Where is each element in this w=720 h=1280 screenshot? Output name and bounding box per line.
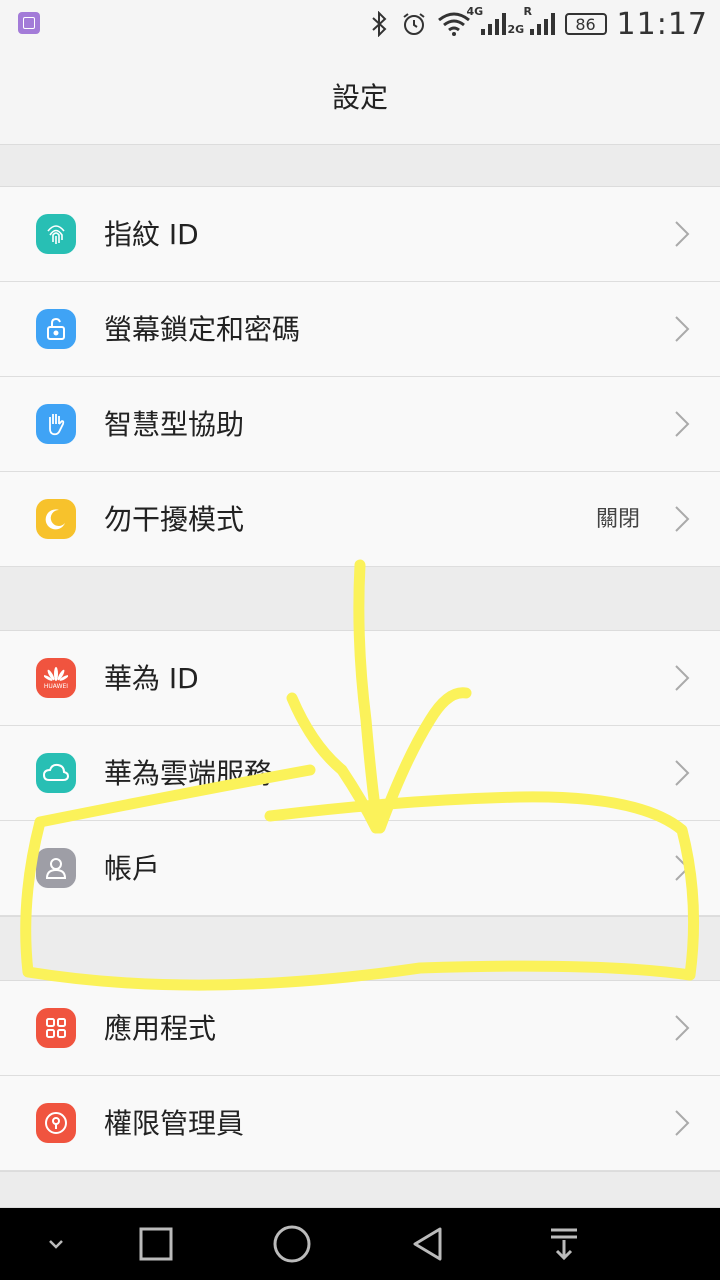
chevron-right-icon xyxy=(675,506,690,532)
page-title: 設定 xyxy=(331,81,388,114)
settings-row-label: 華為雲端服務 xyxy=(104,757,273,790)
settings-row-label: 帳戶 xyxy=(104,852,161,885)
chevron-right-icon xyxy=(675,221,690,247)
notification-pulldown-button[interactable] xyxy=(540,1220,588,1268)
chevron-down-icon xyxy=(49,1240,63,1249)
status-icons: 4G 2G R 86 11:17 xyxy=(369,5,708,42)
bluetooth-icon xyxy=(371,11,386,37)
settings-row-smart-assistance[interactable]: 智慧型協助 xyxy=(0,377,720,472)
settings-row-label: 華為 ID xyxy=(104,662,199,695)
settings-row-label: 勿干擾模式 xyxy=(104,503,245,536)
title-bar: 設定 xyxy=(0,48,720,144)
chevron-right-icon xyxy=(675,411,690,437)
gallery-notification-icon xyxy=(18,12,40,34)
signal-2g: 2G R xyxy=(508,5,555,36)
settings-row-accounts[interactable]: 帳戶 xyxy=(0,821,720,916)
clock: 11:17 xyxy=(616,6,708,42)
chevron-right-icon xyxy=(675,665,690,691)
settings-row-label: 指紋 ID xyxy=(104,218,199,251)
dnd-status-value: 關閉 xyxy=(595,507,640,532)
back-triangle-icon xyxy=(413,1227,442,1261)
battery-icon: 86 xyxy=(564,13,607,35)
chevron-right-icon xyxy=(675,855,690,881)
chevron-right-icon xyxy=(675,316,690,342)
status-bar: 4G 2G R 86 11:17 xyxy=(0,0,720,48)
home-button[interactable] xyxy=(268,1220,316,1268)
circle-icon xyxy=(273,1225,311,1263)
chevron-right-icon xyxy=(675,1110,690,1136)
cloud-icon xyxy=(36,753,76,793)
signal-4g: 4G xyxy=(467,5,506,35)
navigation-bar xyxy=(0,1208,720,1280)
back-button[interactable] xyxy=(404,1220,452,1268)
network-type-label-2: 2G xyxy=(507,23,525,36)
group-divider xyxy=(0,1171,720,1208)
chevron-right-icon xyxy=(675,1015,690,1041)
huawei-logo-icon: HUAWEI xyxy=(36,658,76,698)
settings-row-label: 應用程式 xyxy=(104,1012,217,1045)
apps-grid-icon xyxy=(36,1008,76,1048)
huawei-logo-text: HUAWEI xyxy=(43,682,69,690)
square-icon xyxy=(139,1227,173,1261)
alarm-icon xyxy=(402,13,425,35)
moon-icon xyxy=(36,499,76,539)
settings-row-label: 權限管理員 xyxy=(104,1107,245,1140)
permission-icon xyxy=(36,1103,76,1143)
settings-row-fingerprint[interactable]: 指紋 ID xyxy=(0,187,720,282)
settings-row-label: 智慧型協助 xyxy=(104,408,245,441)
settings-row-huawei-id[interactable]: HUAWEI 華為 ID xyxy=(0,631,720,726)
group-divider xyxy=(0,916,720,981)
wifi-icon xyxy=(437,12,470,36)
settings-row-permission-manager[interactable]: 權限管理員 xyxy=(0,1076,720,1171)
pull-down-icon xyxy=(551,1228,577,1261)
fingerprint-icon xyxy=(36,214,76,254)
group-divider xyxy=(0,144,720,187)
network-type-label: 4G xyxy=(466,5,484,18)
settings-row-label: 螢幕鎖定和密碼 xyxy=(104,313,301,346)
person-icon xyxy=(36,848,76,888)
hand-icon xyxy=(36,404,76,444)
settings-row-screen-lock[interactable]: 螢幕鎖定和密碼 xyxy=(0,282,720,377)
unlock-icon xyxy=(36,309,76,349)
chevron-right-icon xyxy=(675,760,690,786)
settings-row-huawei-cloud[interactable]: 華為雲端服務 xyxy=(0,726,720,821)
settings-row-do-not-disturb[interactable]: 勿干擾模式 關閉 xyxy=(0,472,720,567)
signal-strength-icon-2 xyxy=(529,13,555,35)
settings-row-apps[interactable]: 應用程式 xyxy=(0,981,720,1076)
recents-button[interactable] xyxy=(132,1220,180,1268)
group-divider xyxy=(0,566,720,631)
roaming-label: R xyxy=(523,5,533,18)
hide-nav-button[interactable] xyxy=(32,1220,80,1268)
signal-strength-icon xyxy=(480,13,506,35)
